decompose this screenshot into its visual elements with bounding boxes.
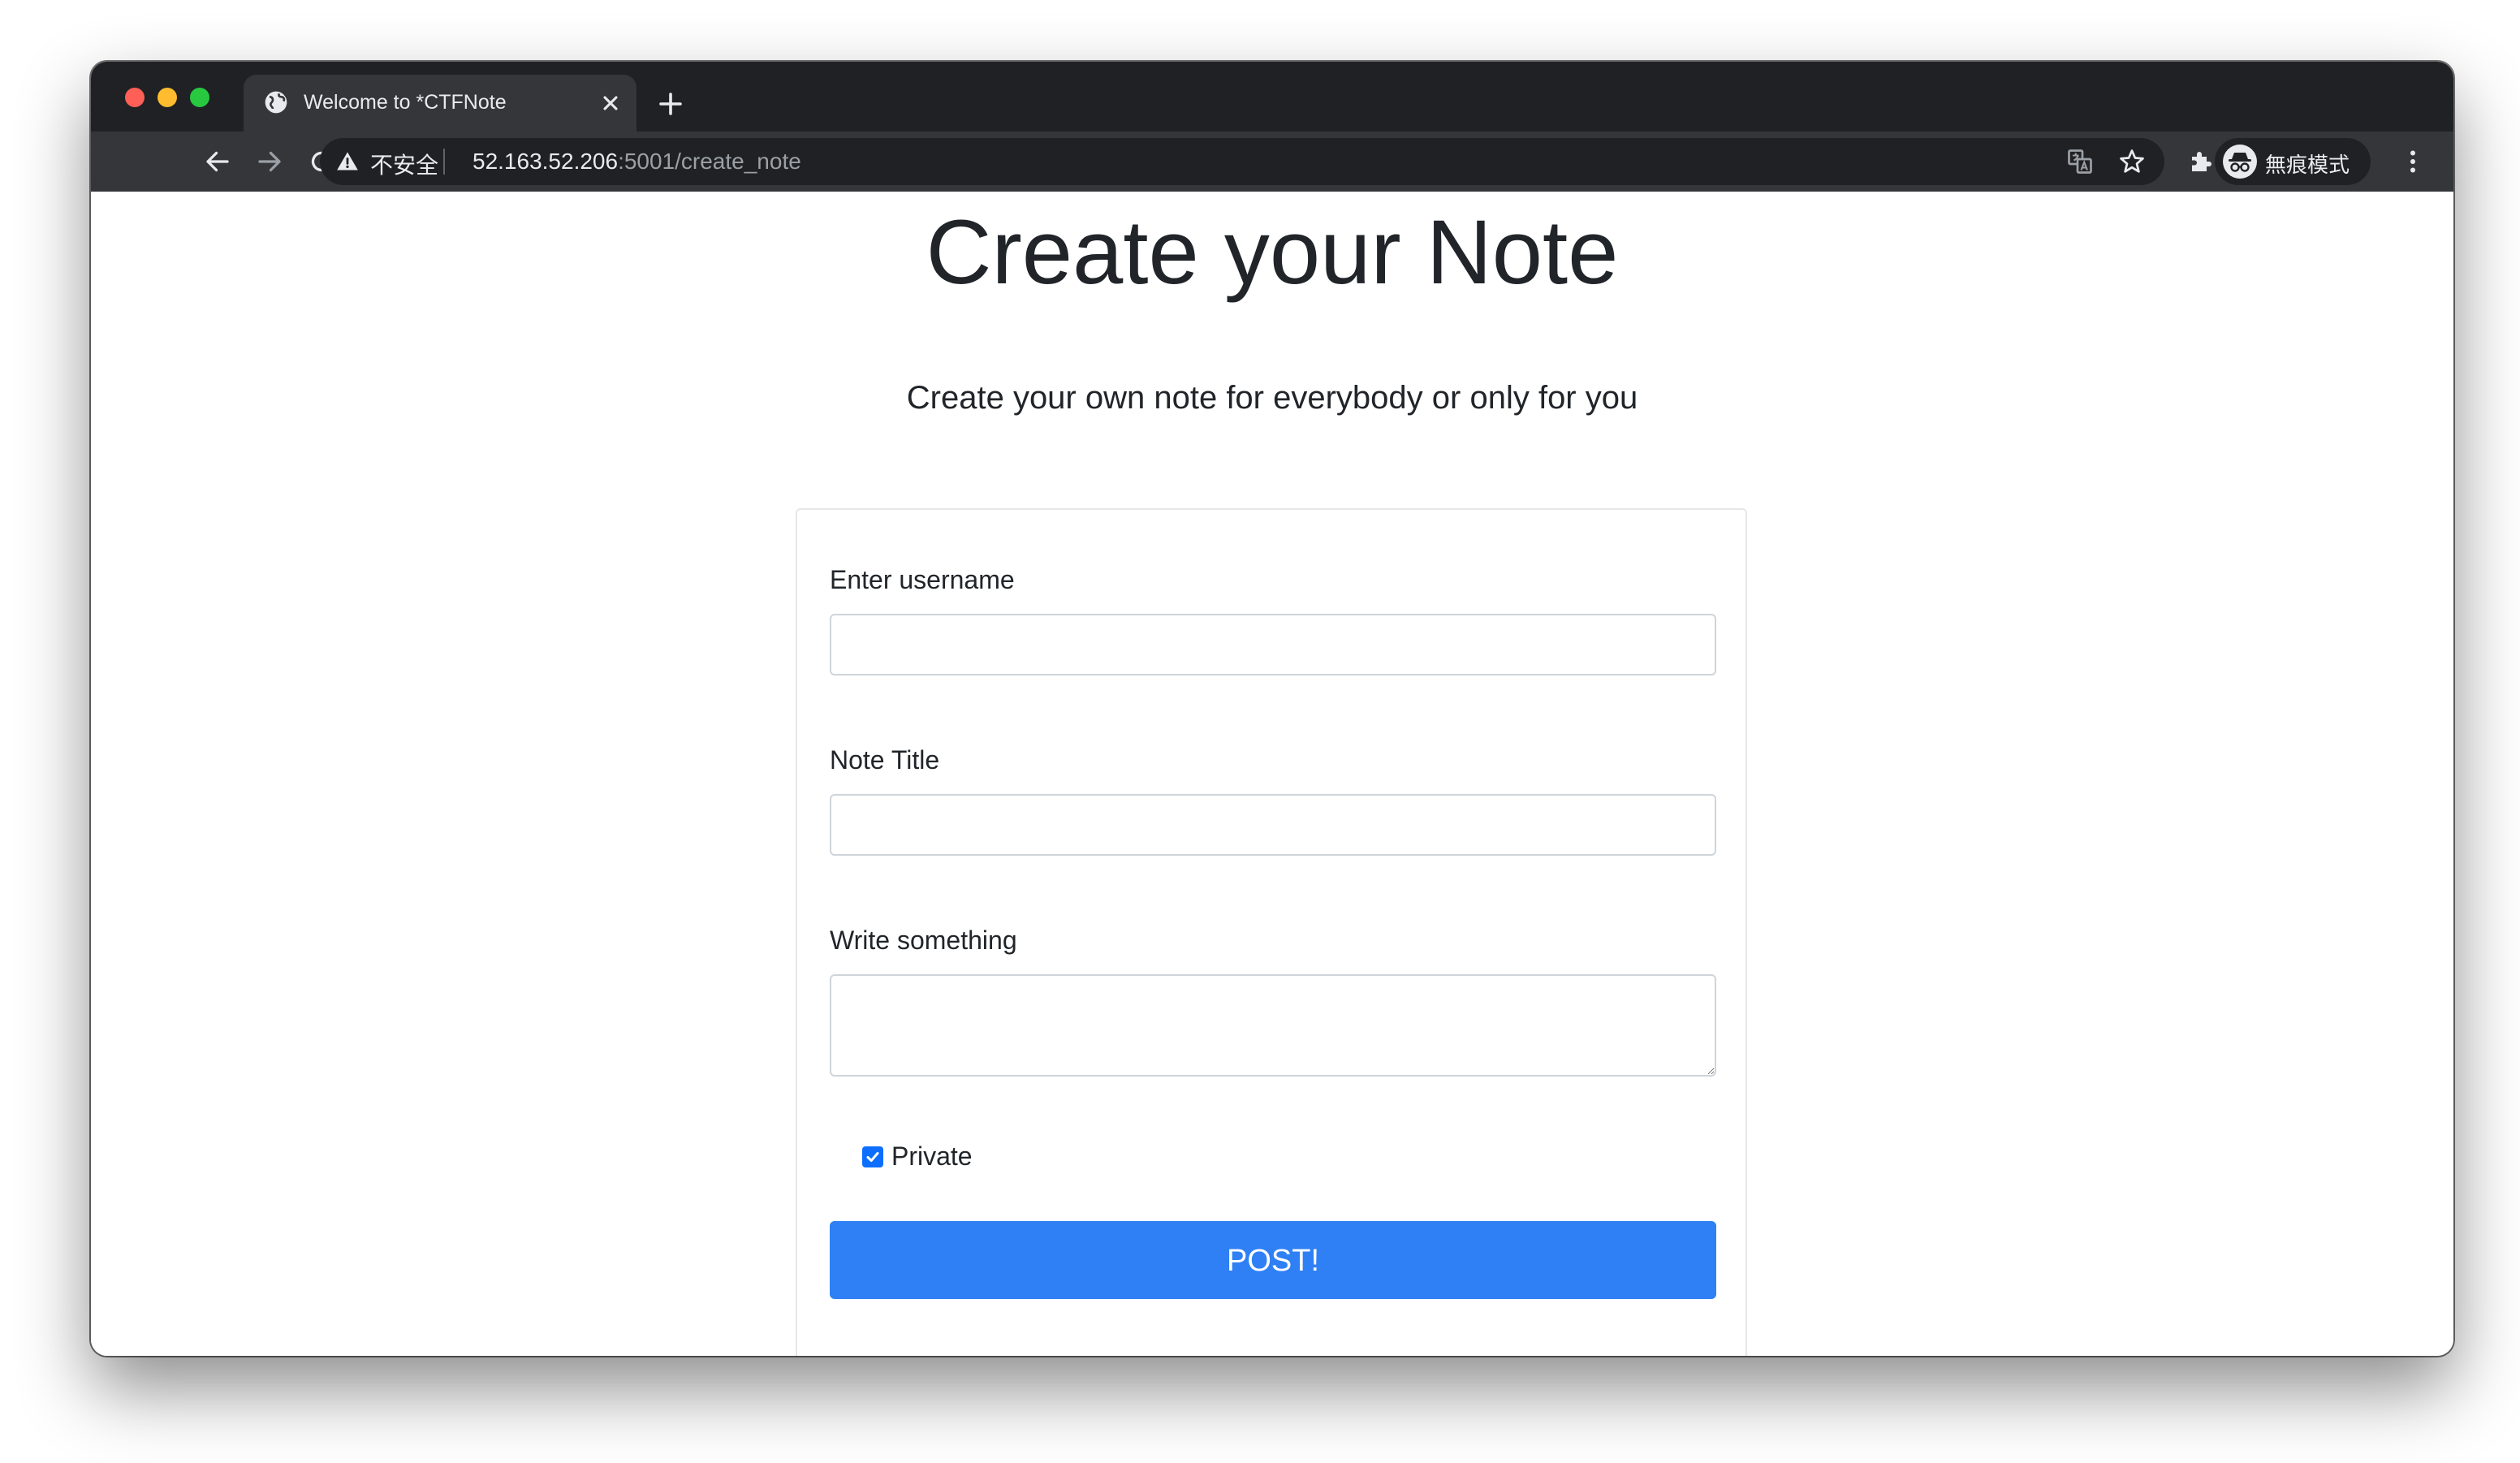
maximize-window-button[interactable] — [190, 88, 209, 107]
post-button[interactable]: POST! — [830, 1221, 1716, 1299]
browser-toolbar: 不安全 52.163.52.206:5001/create_note 無痕模式 — [91, 132, 2453, 192]
globe-icon — [265, 91, 287, 114]
puzzle-icon[interactable] — [2187, 147, 2216, 176]
username-input[interactable] — [830, 614, 1716, 675]
create-note-form: Enter username Note Title Write somethin… — [796, 508, 1747, 1356]
omnibox-divider — [443, 149, 445, 175]
private-checkbox-label[interactable]: Private — [891, 1141, 973, 1172]
url-host: 52.163.52.206 — [472, 149, 619, 174]
tab-title: Welcome to *CTFNote — [304, 91, 507, 114]
note-content-label: Write something — [830, 926, 1017, 955]
note-title-input[interactable] — [830, 794, 1716, 856]
url-text[interactable]: 52.163.52.206:5001/create_note — [472, 149, 801, 175]
warning-triangle-icon — [337, 152, 358, 170]
checkmark-icon — [866, 1152, 879, 1162]
incognito-icon — [2229, 153, 2251, 172]
note-content-textarea[interactable] — [830, 974, 1716, 1077]
browser-tab-active[interactable]: Welcome to *CTFNote — [244, 75, 636, 132]
incognito-label: 無痕模式 — [2265, 153, 2350, 177]
arrow-right-icon[interactable] — [255, 147, 284, 176]
url-path: :5001/create_note — [618, 149, 801, 174]
tab-strip: Welcome to *CTFNote — [91, 62, 2453, 132]
close-tab-icon[interactable] — [599, 92, 622, 114]
close-window-button[interactable] — [125, 88, 145, 107]
address-bar[interactable]: 不安全 52.163.52.206:5001/create_note — [320, 138, 2164, 185]
security-status[interactable]: 不安全 — [370, 148, 438, 180]
translate-icon[interactable] — [2065, 147, 2095, 176]
star-icon[interactable] — [2117, 147, 2147, 176]
username-label: Enter username — [830, 565, 1015, 594]
kebab-menu-icon[interactable] — [2398, 147, 2427, 176]
browser-window: Welcome to *CTFNote 不安全 52.163.52.206:50… — [91, 62, 2453, 1356]
minimize-window-button[interactable] — [158, 88, 177, 107]
page-title: Create your Note — [926, 201, 1619, 303]
page-content: Create your Note Create your own note fo… — [91, 192, 2453, 1356]
arrow-left-icon[interactable] — [203, 147, 232, 176]
incognito-profile-button[interactable]: 無痕模式 — [2215, 138, 2371, 185]
note-title-label: Note Title — [830, 745, 940, 775]
incognito-avatar — [2223, 145, 2257, 179]
private-checkbox[interactable] — [862, 1146, 883, 1167]
plus-icon[interactable] — [656, 89, 685, 119]
page-subtitle: Create your own note for everybody or on… — [906, 380, 1638, 416]
